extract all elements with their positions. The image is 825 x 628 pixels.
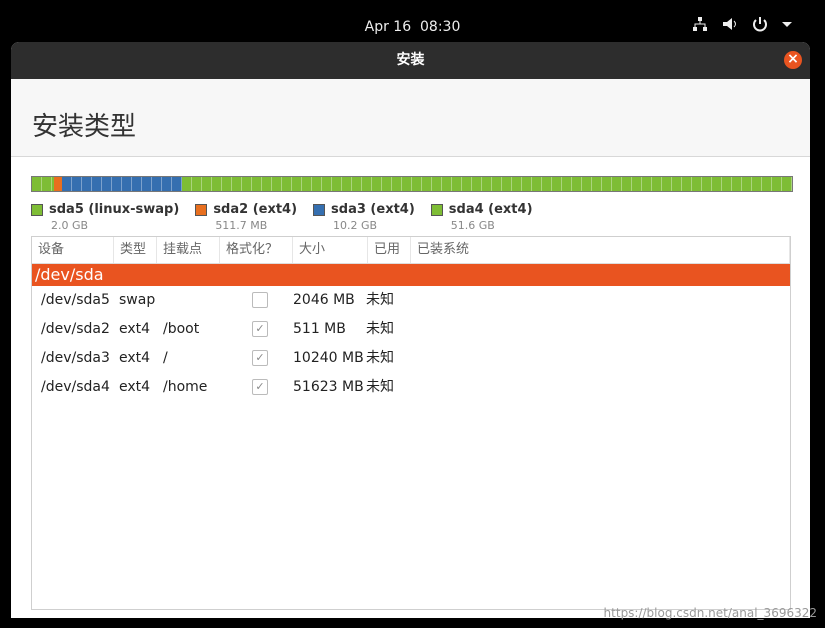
table-row[interactable]: /dev/sda2 ext4 /boot ✓ 511 MB 未知 (32, 315, 790, 344)
cell-device: /dev/sda2 (41, 321, 110, 337)
page-title: 安装类型 (32, 112, 137, 142)
cell-used: 未知 (366, 379, 394, 395)
cell-used: 未知 (366, 350, 394, 366)
volume-icon[interactable] (721, 15, 739, 33)
close-icon[interactable]: × (784, 51, 802, 69)
legend-sda5: sda5 (linux-swap) 2.0 GB (31, 199, 179, 232)
cell-mount: /home (163, 379, 208, 395)
cell-format[interactable]: ✓ (243, 315, 293, 344)
format-checkbox-checked[interactable]: ✓ (252, 379, 268, 395)
disk-usage-bar (31, 176, 793, 192)
cell-device: /dev/sda4 (41, 379, 110, 395)
window-titlebar[interactable]: 安装 × (11, 42, 810, 79)
cell-device: /dev/sda3 (41, 350, 110, 366)
cell-device: /dev/sda5 (41, 292, 110, 308)
swatch-icon (31, 203, 43, 216)
installer-window: 安装 × 安装类型 sda5 (linux-swap) 2.0 GB sda2 (… (11, 42, 810, 618)
disk-segment-sda3 (62, 177, 182, 191)
cell-format[interactable]: ✓ (243, 344, 293, 373)
chevron-down-icon[interactable] (781, 15, 799, 33)
partition-legend: sda5 (linux-swap) 2.0 GB sda2 (ext4) 511.7… (31, 199, 549, 232)
power-icon[interactable] (751, 15, 769, 33)
cell-size: 10240 MB (293, 350, 364, 366)
network-icon[interactable] (691, 15, 709, 33)
cell-size: 51623 MB (293, 379, 364, 395)
col-type[interactable]: 类型 (114, 237, 157, 263)
legend-sda3: sda3 (ext4) 10.2 GB (313, 199, 415, 232)
col-size[interactable]: 大小 (293, 237, 368, 263)
legend-size: 2.0 GB (51, 219, 89, 232)
disk-segment-sda4 (182, 177, 792, 191)
cell-mount: /boot (163, 321, 200, 337)
cell-format[interactable] (243, 286, 293, 315)
legend-sda2: sda2 (ext4) 511.7 MB (195, 199, 297, 232)
col-format[interactable]: 格式化？ (220, 237, 293, 263)
disk-segment-sda5 (32, 177, 54, 191)
legend-size: 51.6 GB (450, 219, 495, 232)
format-checkbox-checked[interactable]: ✓ (252, 321, 268, 337)
legend-sda4: sda4 (ext4) 51.6 GB (430, 199, 533, 232)
table-row[interactable]: /dev/sda4 ext4 /home ✓ 51623 MB 未知 (32, 373, 790, 402)
legend-name: sda2 (ext4) (213, 202, 298, 217)
table-row-selected[interactable]: /dev/sda (32, 264, 790, 286)
cell-type: ext4 (119, 350, 151, 366)
col-mount[interactable]: 挂载点 (157, 237, 220, 263)
cell-used: 未知 (366, 321, 394, 337)
col-device[interactable]: 设备 (32, 237, 114, 263)
cell-size: 511 MB (293, 321, 346, 337)
system-tray[interactable] (691, 15, 799, 33)
disk-segment-sda2 (54, 177, 62, 191)
top-bar: Apr 16 08:30 (0, 0, 825, 42)
table-row[interactable]: /dev/sda3 ext4 / ✓ 10240 MB 未知 (32, 344, 790, 373)
cell-format[interactable]: ✓ (243, 373, 293, 402)
swatch-icon (195, 203, 208, 216)
cell-type: ext4 (119, 321, 151, 337)
table-header: 设备 类型 挂载点 格式化？ 大小 已用 已装系统 (32, 237, 790, 264)
cell-mount (161, 286, 243, 315)
format-checkbox-checked[interactable]: ✓ (252, 350, 268, 366)
cell-type: ext4 (119, 379, 151, 395)
format-checkbox[interactable] (252, 292, 268, 308)
date: Apr 16 (364, 19, 412, 35)
col-used[interactable]: 已用 (368, 237, 411, 263)
watermark: https://blog.csdn.net/anal_3696322 (603, 606, 817, 620)
legend-size: 10.2 GB (333, 219, 378, 232)
time: 08:30 (420, 19, 461, 35)
partition-table: 设备 类型 挂载点 格式化？ 大小 已用 已装系统 /dev/sda /dev/… (31, 236, 791, 610)
table-row[interactable]: /dev/sda5 swap 2046 MB 未知 (32, 286, 790, 315)
legend-size: 511.7 MB (215, 219, 268, 232)
swatch-icon (430, 203, 443, 216)
col-installed-system[interactable]: 已装系统 (411, 237, 790, 263)
cell-size: 2046 MB (293, 292, 355, 308)
window-title: 安装 (396, 52, 425, 68)
legend-name: sda5 (linux-swap) (49, 202, 180, 217)
swatch-icon (313, 203, 326, 216)
cell-mount: / (163, 350, 168, 366)
cell-type: swap (119, 292, 156, 308)
legend-name: sda3 (ext4) (331, 202, 415, 217)
legend-name: sda4 (ext4) (448, 202, 533, 217)
cell-used: 未知 (366, 292, 394, 308)
